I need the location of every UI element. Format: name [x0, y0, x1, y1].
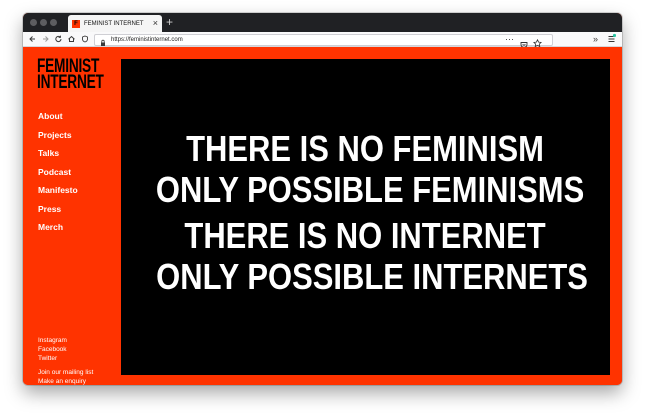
nav-talks[interactable]: Talks — [38, 144, 78, 163]
overflow-chevrons-icon[interactable]: » — [593, 32, 598, 46]
tab-feminist-internet[interactable]: F FEMINIST INTERNET × — [68, 15, 162, 32]
favicon-icon: F — [72, 19, 80, 28]
minimize-window-button[interactable] — [40, 19, 47, 26]
hero-line-4: ONLY POSSIBLE INTERNETS — [156, 256, 588, 297]
nav-merch[interactable]: Merch — [38, 218, 78, 237]
browser-toolbar: https://feministinternet.com ··· » — [23, 32, 622, 48]
close-tab-icon[interactable]: × — [153, 17, 158, 29]
shield-icon[interactable] — [81, 32, 89, 46]
address-bar[interactable]: https://feministinternet.com ··· — [94, 33, 553, 48]
nav-projects[interactable]: Projects — [38, 126, 78, 145]
title-bar: F FEMINIST INTERNET × + — [23, 13, 622, 32]
social-links: Instagram Facebook Twitter — [38, 336, 67, 363]
browser-window: F FEMINIST INTERNET × + https://feminist… — [23, 13, 622, 385]
close-window-button[interactable] — [30, 19, 37, 26]
instagram-link[interactable]: Instagram — [38, 336, 67, 345]
hero-banner: THERE IS NO FEMINISM ONLY POSSIBLE FEMIN… — [121, 59, 610, 375]
hero-line-2: ONLY POSSIBLE FEMINISMS — [155, 169, 585, 210]
nav-podcast[interactable]: Podcast — [38, 163, 78, 182]
logo-line-2: INTERNET — [37, 72, 104, 93]
new-tab-button[interactable]: + — [166, 15, 173, 29]
site-logo[interactable]: FEMINIST INTERNET — [37, 57, 104, 93]
nav-manifesto[interactable]: Manifesto — [38, 181, 78, 200]
nav-about[interactable]: About — [38, 107, 78, 126]
more-actions-icon[interactable]: ··· — [505, 33, 514, 45]
hero-line-3: THERE IS NO INTERNET — [184, 215, 547, 256]
mailing-list-link[interactable]: Join our mailing list — [38, 368, 93, 377]
home-icon[interactable] — [67, 32, 76, 46]
footer-links: Join our mailing list Make an enquiry — [38, 368, 93, 385]
enquiry-link[interactable]: Make an enquiry — [38, 377, 93, 385]
tab-title: FEMINIST INTERNET — [84, 20, 144, 27]
main-navigation: About Projects Talks Podcast Manifesto P… — [38, 107, 78, 237]
twitter-link[interactable]: Twitter — [38, 354, 67, 363]
nav-press[interactable]: Press — [38, 200, 78, 219]
back-arrow-icon[interactable] — [28, 32, 37, 46]
url-text: https://feministinternet.com — [111, 37, 183, 43]
forward-arrow-icon[interactable] — [41, 32, 50, 46]
hero-line-1: THERE IS NO FEMINISM — [186, 128, 545, 169]
page-content: FEMINIST INTERNET About Projects Talks P… — [23, 47, 622, 385]
facebook-link[interactable]: Facebook — [38, 345, 67, 354]
hamburger-menu-icon[interactable] — [607, 32, 617, 46]
reload-icon[interactable] — [54, 32, 63, 46]
zoom-window-button[interactable] — [50, 19, 57, 26]
